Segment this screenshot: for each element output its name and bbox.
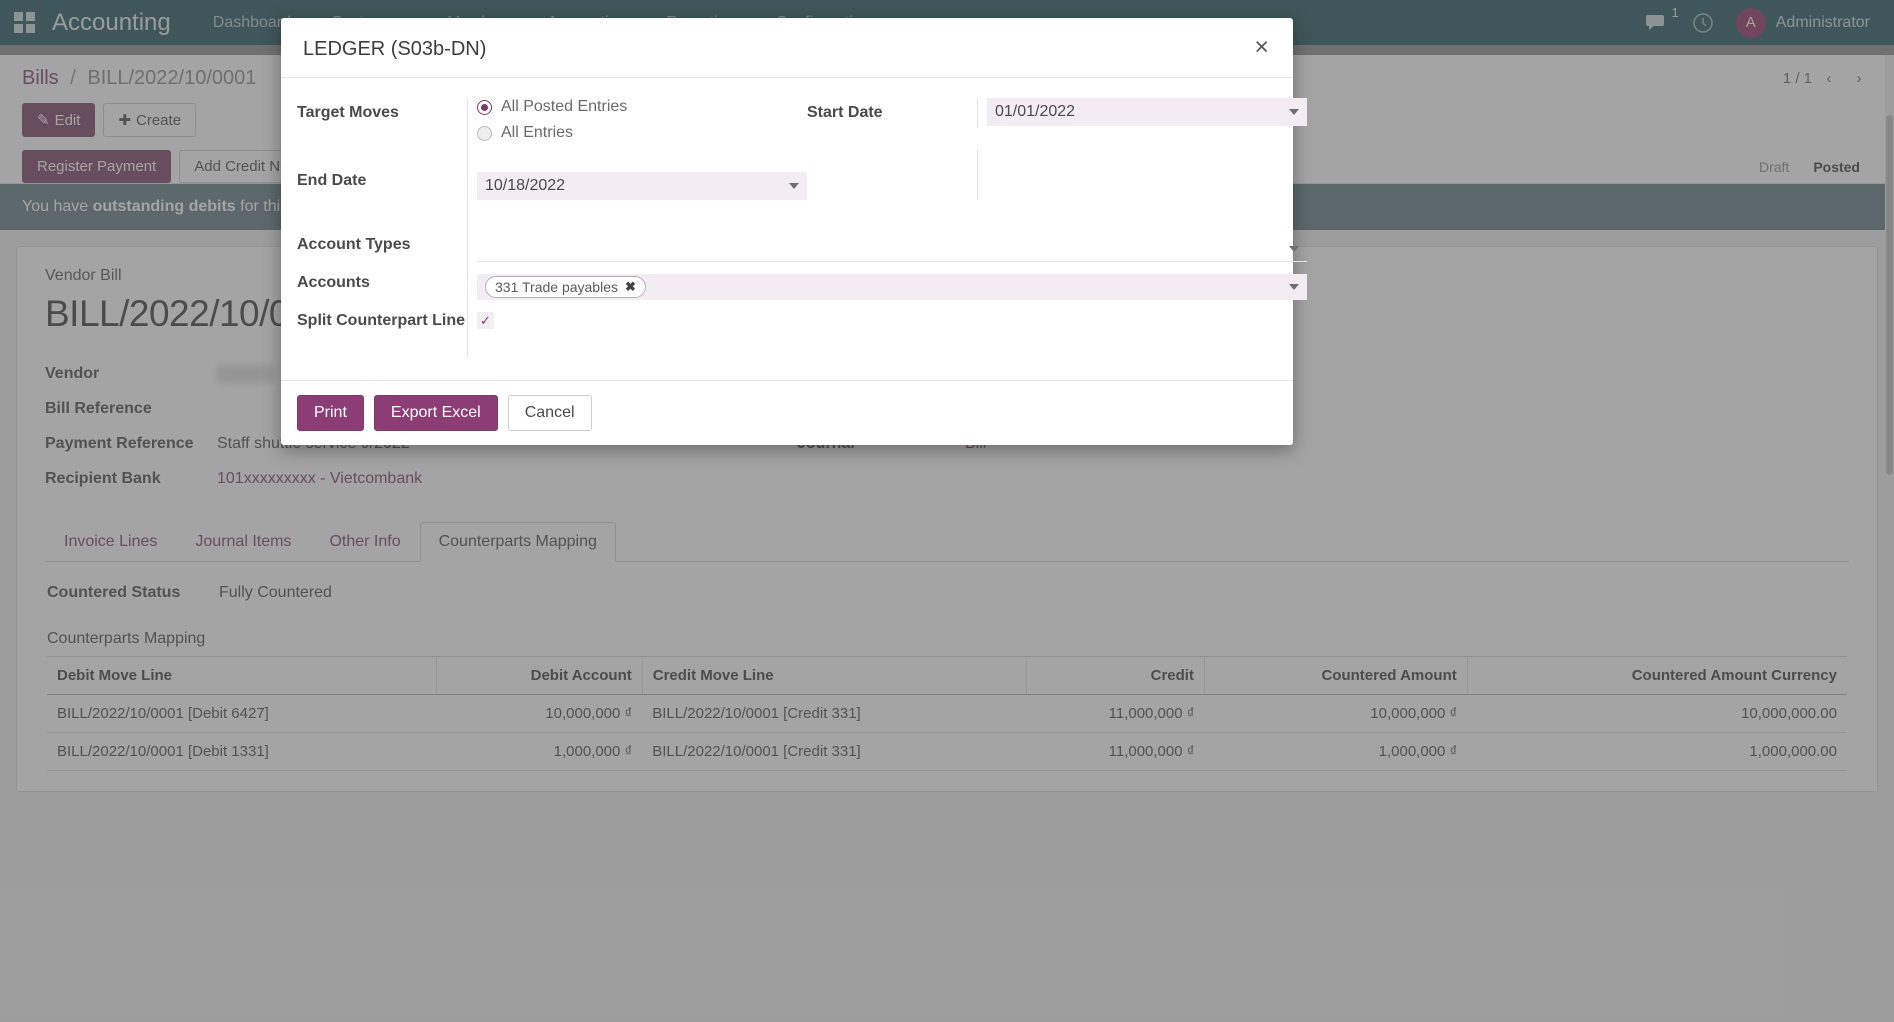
label-accounts: Accounts [297,262,467,292]
radio-posted-icon[interactable] [477,100,492,115]
chevron-down-icon[interactable] [1289,246,1299,252]
modal-header: LEDGER (S03b-DN) × [281,18,1293,78]
radio-option-all-entries[interactable]: All Entries [477,124,807,142]
label-start-date: Start Date [807,98,977,122]
modal-body: Target Moves All Posted Entries All Entr… [281,78,1293,380]
modal-footer: Print Export Excel Cancel [281,380,1293,445]
chevron-down-icon[interactable] [1289,109,1299,115]
split-counterpart-checkbox[interactable]: ✓ [477,312,494,329]
field-start-date: 01/01/2022 [977,98,1307,128]
account-tag[interactable]: 331 Trade payables ✖ [485,276,646,298]
label-account-types: Account Types [297,200,467,254]
cancel-button[interactable]: Cancel [508,395,592,431]
modal-title: LEDGER (S03b-DN) [297,38,486,61]
ledger-wizard-dialog: LEDGER (S03b-DN) × Target Moves All Post… [281,18,1293,445]
field-accounts: 331 Trade payables ✖ [467,262,1307,300]
field-split-counterpart-line: ✓ [467,300,1307,358]
start-date-value: 01/01/2022 [995,103,1075,121]
accounts-input[interactable]: 331 Trade payables ✖ [477,274,1307,300]
label-target-moves: Target Moves [297,98,467,122]
radio-all-icon[interactable] [477,126,492,141]
field-end-date: 10/18/2022 [467,150,807,200]
spacer-right-field-1 [977,150,1307,200]
label-split-counterpart-line: Split Counterpart Line [297,300,467,332]
start-date-input[interactable]: 01/01/2022 [987,98,1307,126]
label-end-date: End Date [297,150,467,190]
field-account-types [467,200,1307,262]
remove-tag-icon[interactable]: ✖ [625,279,636,295]
account-tag-label: 331 Trade payables [495,279,618,295]
export-excel-button[interactable]: Export Excel [374,395,498,431]
chevron-down-icon[interactable] [789,183,799,189]
radio-option-all-posted-entries[interactable]: All Posted Entries [477,98,807,116]
chevron-down-icon[interactable] [1289,284,1299,290]
radio-posted-label: All Posted Entries [501,98,627,116]
print-button[interactable]: Print [297,395,364,431]
end-date-input[interactable]: 10/18/2022 [477,172,807,200]
radio-all-label: All Entries [501,124,573,142]
account-types-input[interactable] [477,236,1307,262]
close-icon[interactable]: × [1252,38,1271,56]
field-target-moves: All Posted Entries All Entries [467,98,807,150]
wizard-form-grid: Target Moves All Posted Entries All Entr… [297,98,1277,358]
end-date-value: 10/18/2022 [485,177,565,195]
